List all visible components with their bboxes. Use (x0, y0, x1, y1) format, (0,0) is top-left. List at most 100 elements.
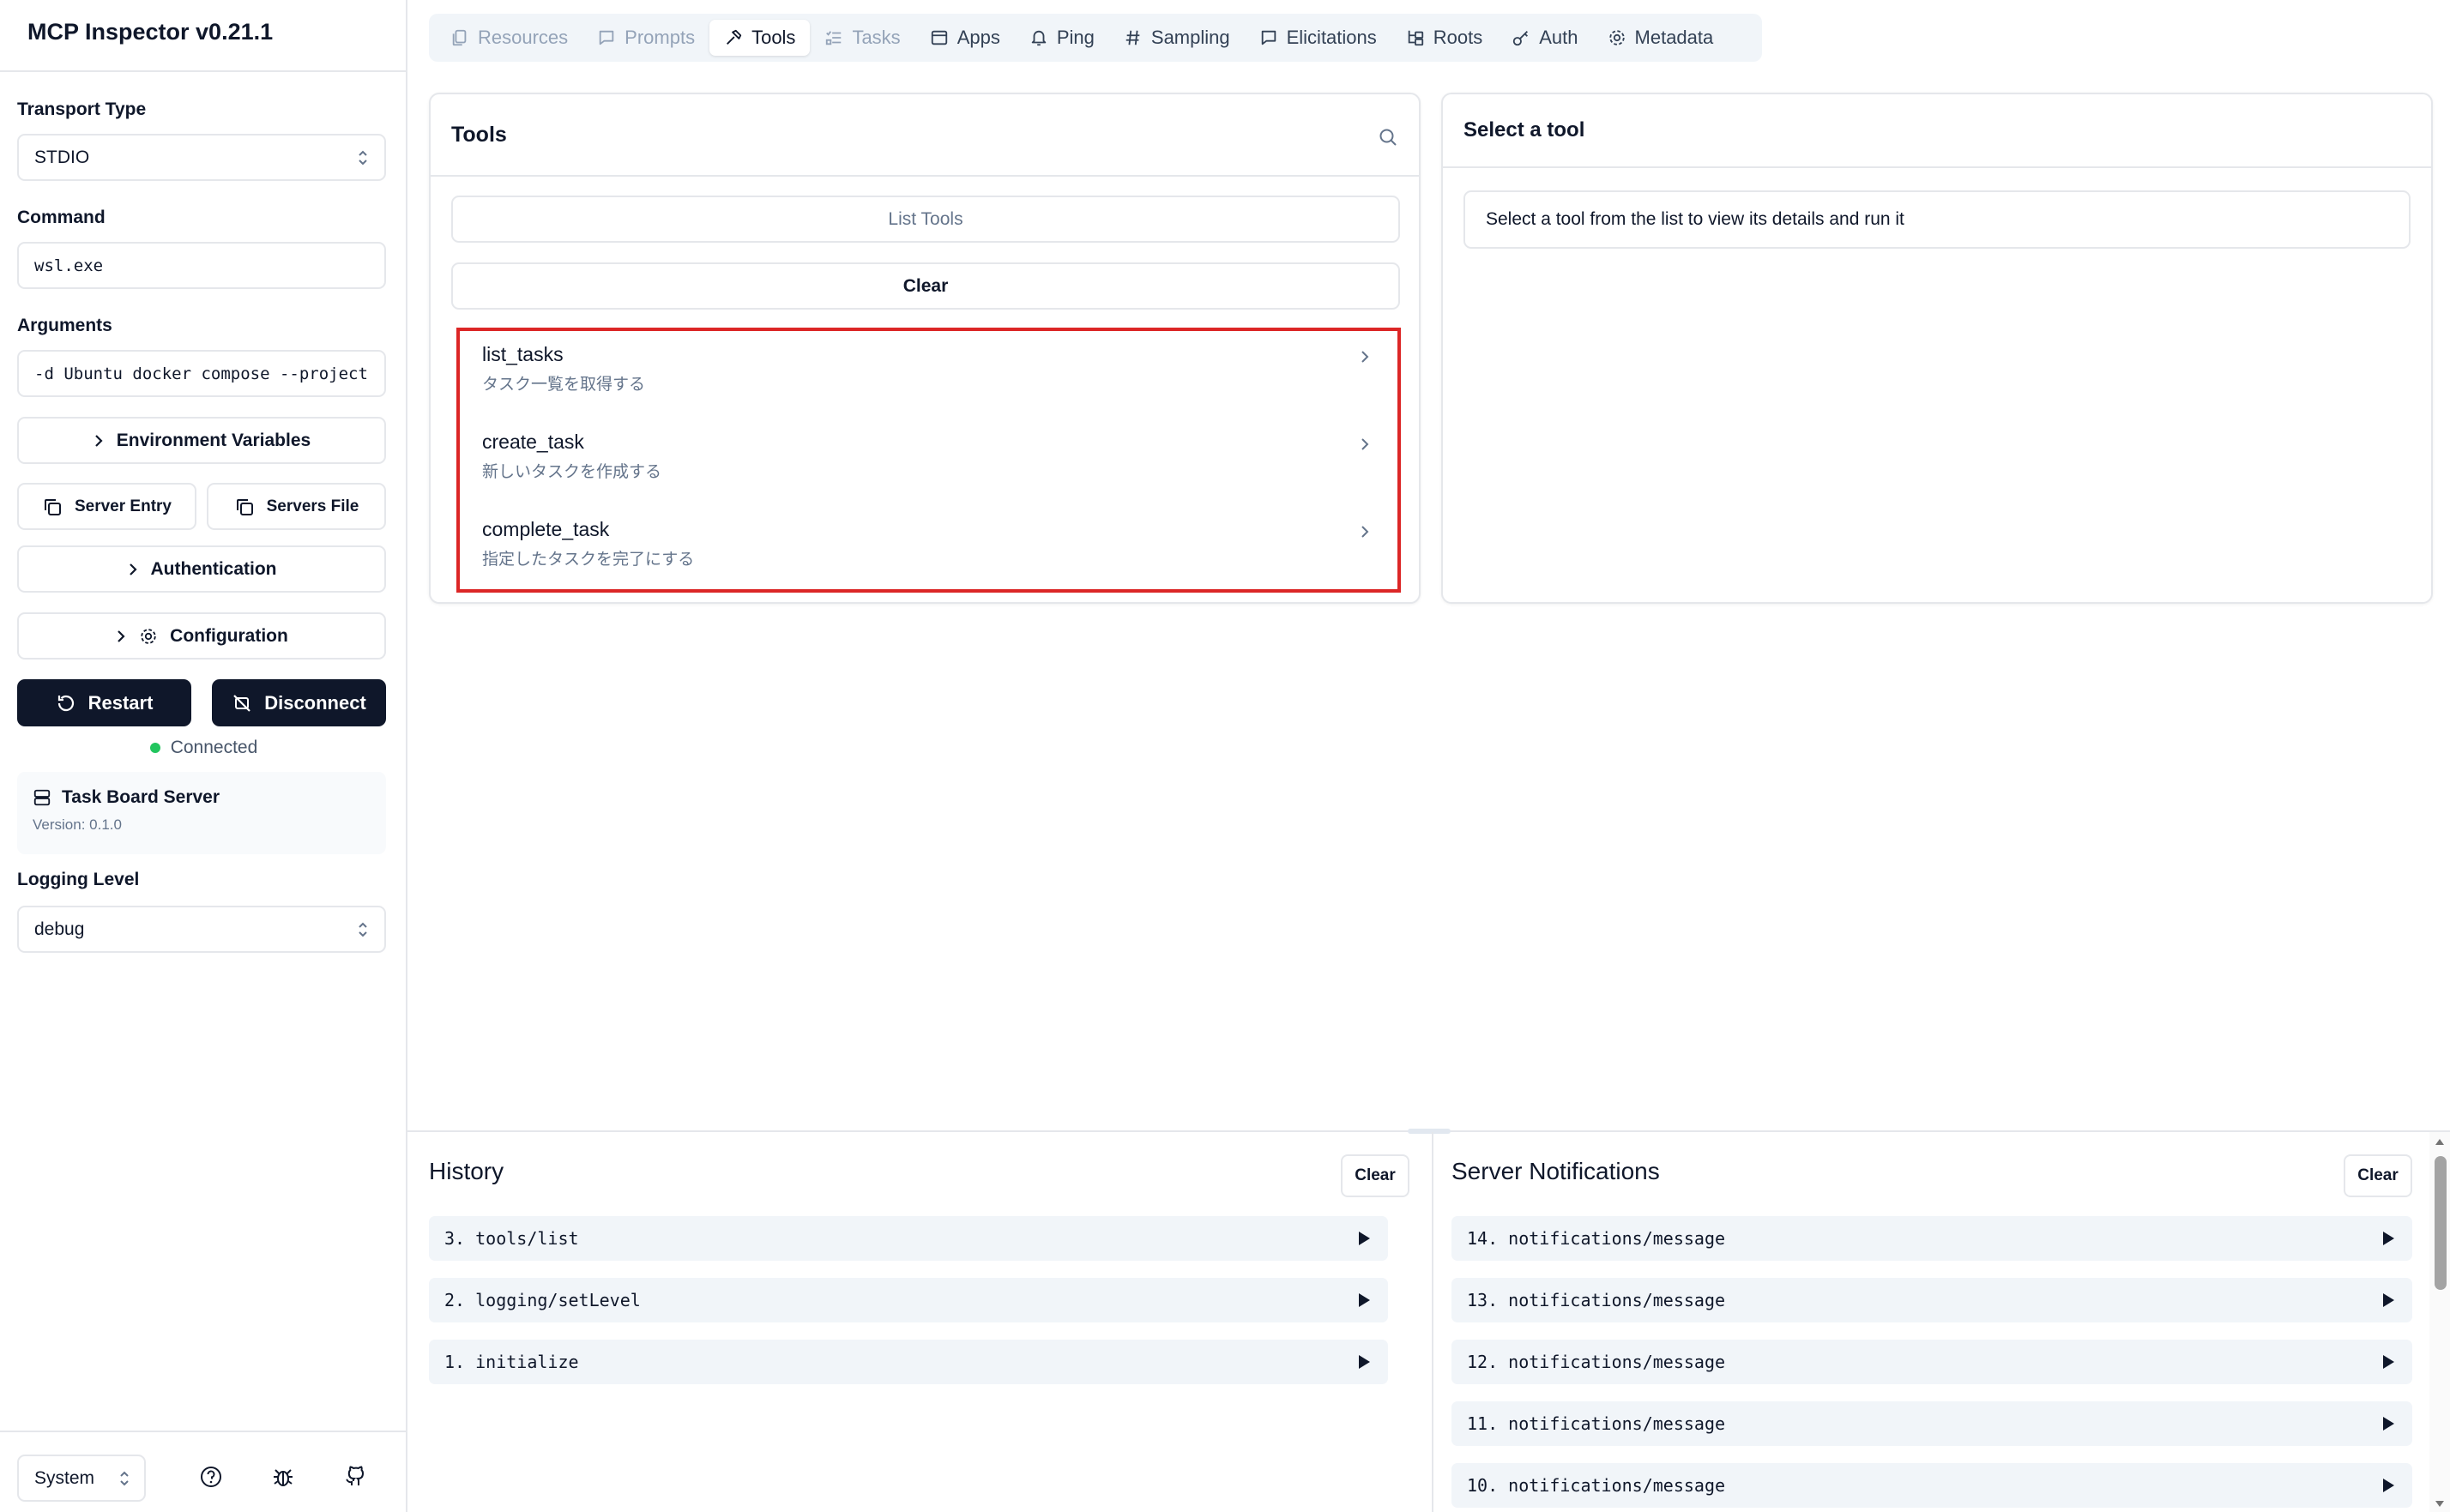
connection-status: Connected (0, 738, 407, 758)
authentication-button[interactable]: Authentication (17, 545, 386, 593)
command-input[interactable]: wsl.exe (17, 242, 386, 289)
environment-variables-button[interactable]: Environment Variables (17, 417, 386, 464)
tools-panel-title: Tools (451, 122, 507, 147)
files-icon (452, 29, 467, 46)
tab-resources[interactable]: Resources (436, 20, 582, 56)
play-icon (2383, 1232, 2394, 1245)
tab-sampling[interactable]: Sampling (1109, 20, 1245, 56)
disconnect-label: Disconnect (264, 691, 366, 714)
command-label: Command (17, 208, 106, 227)
scroll-down-arrow-icon[interactable] (2435, 1500, 2445, 1509)
bug-icon[interactable] (271, 1465, 295, 1489)
notification-entry-label: 11. notifications/message (1467, 1413, 1726, 1434)
history-entry[interactable]: 3. tools/list (429, 1216, 1388, 1261)
restart-label: Restart (88, 691, 154, 714)
scroll-up-arrow-icon[interactable] (2435, 1137, 2445, 1146)
server-version: Version: 0.1.0 (33, 816, 122, 833)
message-square-icon (599, 30, 614, 45)
sidebar: MCP Inspector v0.21.1 Transport Type STD… (0, 0, 407, 1512)
sidebar-footer: System (0, 1431, 406, 1512)
history-entry-label: 3. tools/list (444, 1228, 579, 1249)
bottom-panels: History Clear 3. tools/list 2. logging/s… (407, 1129, 2450, 1512)
notification-entry[interactable]: 14. notifications/message (1451, 1216, 2412, 1261)
scrollbar-thumb[interactable] (2435, 1156, 2447, 1290)
message-square-icon (1261, 30, 1276, 45)
tool-description: 新しいタスクを作成する (482, 463, 662, 481)
chevron-right-icon (118, 629, 125, 642)
main-tabs: Resources Prompts Tools Tasks Apps Ping … (429, 14, 1762, 62)
transport-type-select[interactable]: STDIO (17, 134, 386, 181)
logging-level-select[interactable]: debug (17, 906, 386, 953)
notifications-title: Server Notifications (1451, 1158, 1660, 1184)
arguments-input[interactable]: -d Ubuntu docker compose --project (17, 350, 386, 397)
tab-tools[interactable]: Tools (709, 20, 811, 56)
notification-entry-label: 14. notifications/message (1467, 1228, 1726, 1249)
chevrons-up-down-icon (359, 922, 367, 937)
history-entry-label: 1. initialize (444, 1352, 579, 1372)
notification-entry[interactable]: 13. notifications/message (1451, 1278, 2412, 1322)
history-clear-button[interactable]: Clear (1341, 1154, 1409, 1197)
tab-label: Resources (478, 27, 569, 48)
tab-metadata[interactable]: Metadata (1593, 20, 1729, 56)
tab-roots[interactable]: Roots (1391, 20, 1497, 56)
search-icon[interactable] (1378, 127, 1398, 148)
tool-name: list_tasks (482, 343, 564, 365)
tab-ping[interactable]: Ping (1015, 20, 1109, 56)
unplug-icon (233, 694, 250, 712)
notification-entry[interactable]: 12. notifications/message (1451, 1340, 2412, 1384)
copy-icon (236, 498, 253, 515)
notification-entry[interactable]: 10. notifications/message (1451, 1463, 2412, 1508)
notifications-scrollbar[interactable] (2429, 1132, 2450, 1512)
notification-entry-label: 10. notifications/message (1467, 1475, 1726, 1496)
tab-elicitations[interactable]: Elicitations (1245, 20, 1391, 56)
notification-entry[interactable]: 11. notifications/message (1451, 1401, 2412, 1446)
list-tools-button[interactable]: List Tools (451, 196, 1400, 243)
list-todo-icon (826, 31, 842, 45)
theme-select[interactable]: System (17, 1455, 146, 1502)
panel-divider[interactable] (1432, 1132, 1433, 1512)
clear-tools-button[interactable]: Clear (451, 262, 1400, 310)
tool-item-complete-task[interactable]: complete_task 指定したタスクを完了にする (482, 506, 1375, 575)
tool-item-list-tasks[interactable]: list_tasks タスク一覧を取得する (482, 331, 1375, 400)
play-icon (1359, 1355, 1370, 1369)
play-icon (2383, 1479, 2394, 1492)
chevron-right-icon (1361, 526, 1369, 538)
tab-prompts[interactable]: Prompts (582, 20, 709, 56)
tab-apps[interactable]: Apps (915, 20, 1015, 56)
help-circle-icon[interactable] (199, 1465, 223, 1489)
history-title: History (429, 1158, 504, 1184)
server-name: Task Board Server (62, 787, 220, 807)
server-entry-button[interactable]: Server Entry (17, 483, 196, 530)
chevron-right-icon (95, 434, 103, 447)
play-icon (2383, 1355, 2394, 1369)
transport-type-value: STDIO (34, 147, 90, 167)
app-title: MCP Inspector v0.21.1 (27, 19, 274, 45)
logging-level-label: Logging Level (17, 870, 140, 889)
tab-auth[interactable]: Auth (1497, 20, 1592, 56)
bell-icon (1031, 30, 1047, 46)
chevrons-up-down-icon (359, 150, 367, 165)
tab-label: Metadata (1634, 27, 1714, 48)
arguments-label: Arguments (17, 316, 112, 335)
tools-panel-header: Tools (431, 94, 1419, 177)
restart-button[interactable]: Restart (17, 679, 191, 726)
gear-icon (1608, 30, 1625, 45)
tab-label: Ping (1056, 27, 1095, 48)
folder-tree-icon (1408, 30, 1423, 46)
tab-label: Sampling (1150, 27, 1230, 48)
history-entry[interactable]: 2. logging/setLevel (429, 1278, 1388, 1322)
servers-file-button[interactable]: Servers File (207, 483, 386, 530)
github-icon[interactable] (343, 1465, 367, 1489)
disconnect-button[interactable]: Disconnect (212, 679, 386, 726)
resize-handle[interactable] (1408, 1129, 1451, 1134)
tab-label: Elicitations (1286, 27, 1377, 48)
notifications-clear-button[interactable]: Clear (2344, 1154, 2412, 1197)
notification-entry-label: 13. notifications/message (1467, 1290, 1726, 1310)
notification-entry-label: 12. notifications/message (1467, 1352, 1726, 1372)
configuration-button[interactable]: Configuration (17, 612, 386, 660)
tool-item-create-task[interactable]: create_task 新しいタスクを作成する (482, 419, 1375, 487)
tab-tasks[interactable]: Tasks (810, 20, 914, 56)
history-entry[interactable]: 1. initialize (429, 1340, 1388, 1384)
configuration-label: Configuration (170, 625, 288, 646)
tool-detail-title: Select a tool (1463, 118, 1585, 142)
